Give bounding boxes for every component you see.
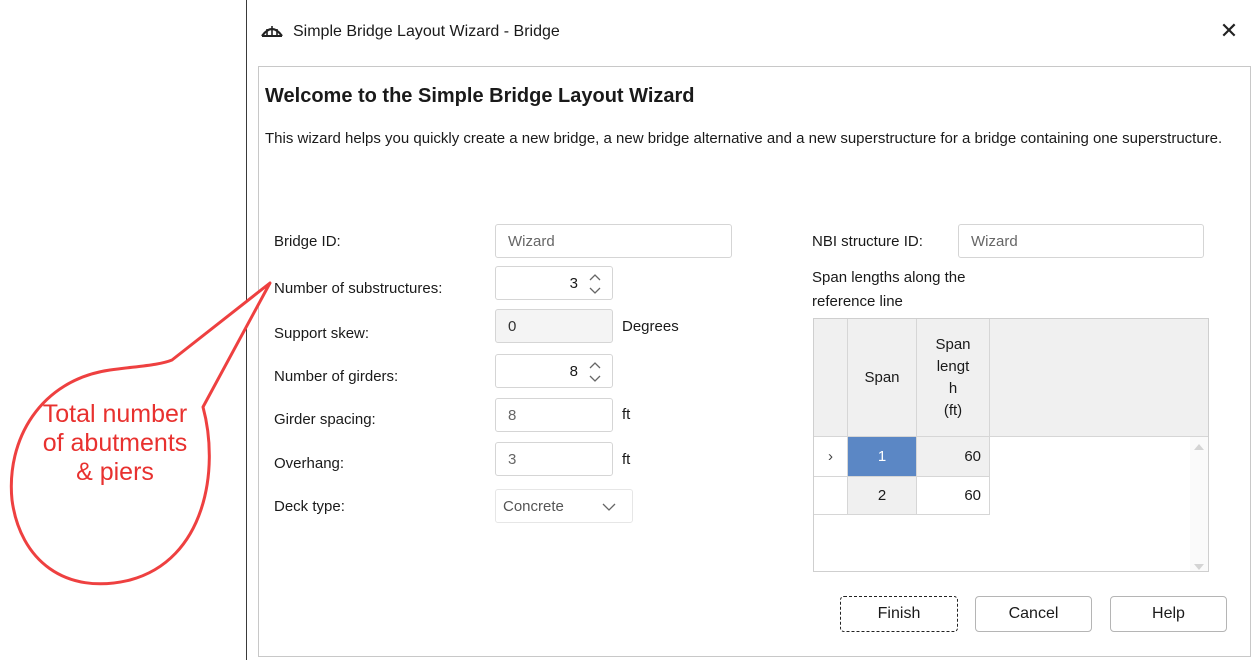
callout-bubble bbox=[9, 281, 272, 586]
callout-text: Total number of abutments & piers bbox=[42, 400, 188, 486]
